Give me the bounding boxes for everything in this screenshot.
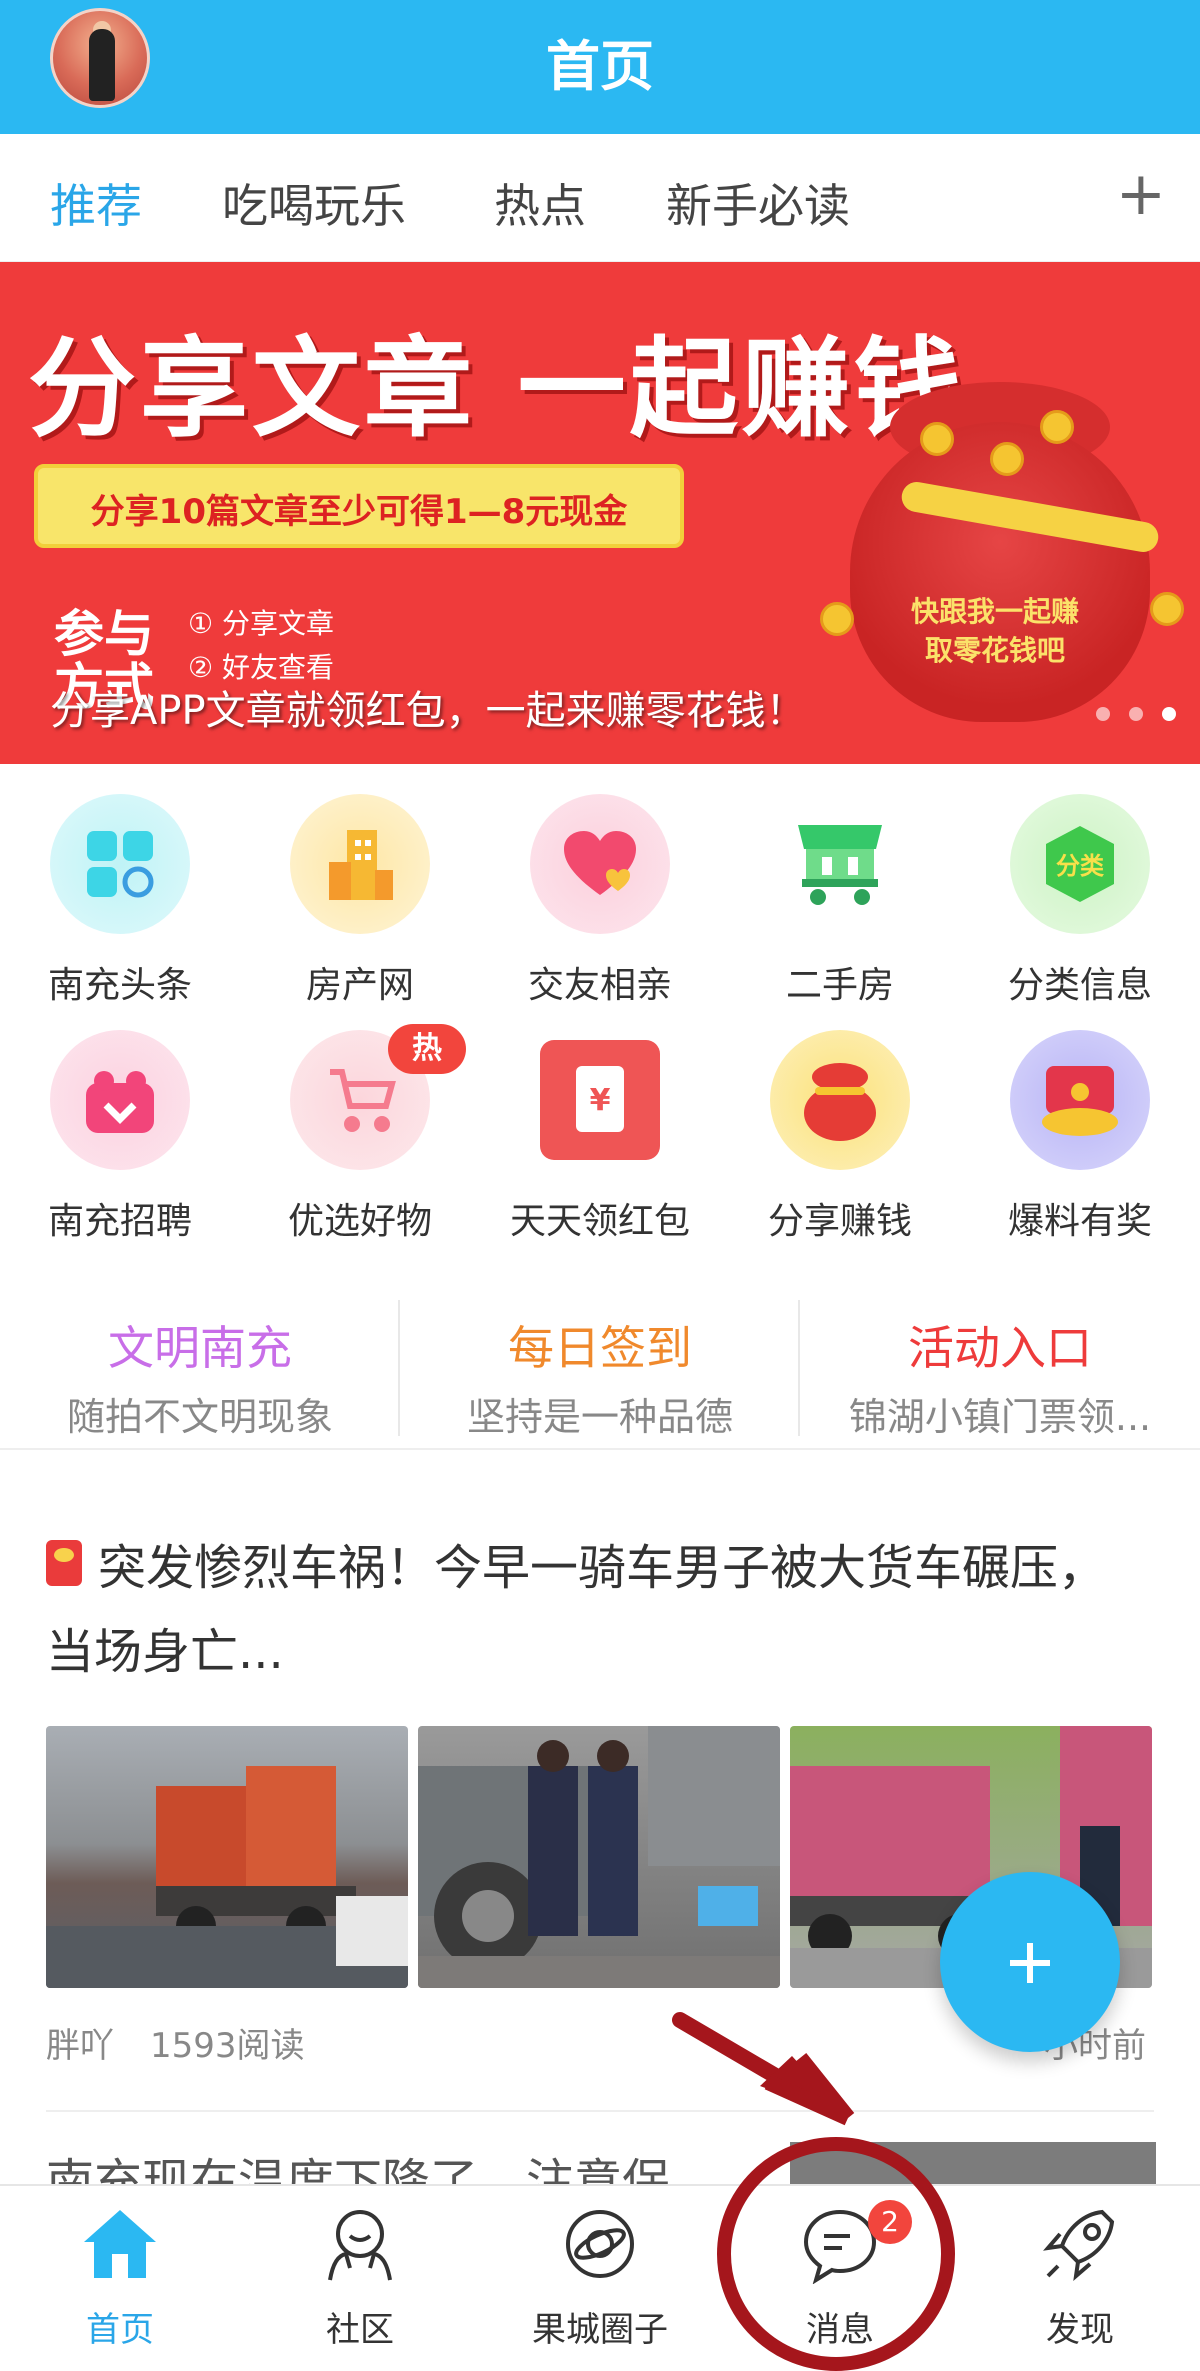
svg-text:¥: ¥ xyxy=(590,1083,611,1118)
planet-circle-icon xyxy=(566,2210,634,2278)
coin-icon xyxy=(820,602,854,636)
article-author: 胖吖 xyxy=(46,2026,114,2066)
money-bag-icon xyxy=(770,1030,910,1170)
quick-link-title: 活动入口 xyxy=(908,1321,1092,1375)
quick-link-title: 每日签到 xyxy=(508,1321,692,1375)
article-thumbnail[interactable] xyxy=(418,1726,780,1988)
market-stall-icon xyxy=(770,794,910,934)
hot-badge: 热 xyxy=(388,1024,466,1074)
grid-item-label: 南充招聘 xyxy=(47,1201,192,1242)
quick-link-title: 文明南充 xyxy=(108,1321,292,1375)
banner-scroll-text: 分享10篇文章至少可得1—8元现金 xyxy=(90,492,628,532)
tab-hot[interactable]: 热点 xyxy=(494,170,586,236)
grid-apps-icon xyxy=(50,794,190,934)
nav-label: 首页 xyxy=(86,2310,154,2350)
unread-badge: 2 xyxy=(868,2200,912,2244)
grid-item-redpacket[interactable]: ¥ 天天领红包 xyxy=(480,1000,720,1242)
feature-grid: 南充头条 房产网 交友相亲 二手房 分类 分类信息 南充招聘 热 优选好物 ¥ … xyxy=(0,764,1200,1254)
red-envelope-icon xyxy=(46,1540,82,1586)
gift-box-icon xyxy=(1010,1030,1150,1170)
recruit-icon xyxy=(50,1030,190,1170)
coin-icon xyxy=(1150,592,1184,626)
nav-label: 发现 xyxy=(1046,2310,1114,2350)
nav-home[interactable]: 首页 xyxy=(0,2186,240,2371)
article-reads: 1593阅读 xyxy=(150,2026,305,2066)
grid-item-share-earn[interactable]: 分享赚钱 xyxy=(720,1000,960,1242)
grid-item-label: 天天领红包 xyxy=(509,1201,690,1242)
compose-fab-button[interactable] xyxy=(940,1872,1120,2052)
grid-item-goods[interactable]: 热 优选好物 xyxy=(240,1000,480,1242)
banner-caption: 分享APP文章就领红包，一起来赚零花钱！ xyxy=(50,688,806,734)
top-bar: 首页 xyxy=(0,0,1200,134)
building-icon xyxy=(290,794,430,934)
coin-icon xyxy=(920,422,954,456)
quick-link-activity[interactable]: 活动入口 锦湖小镇门票领... xyxy=(800,1290,1200,1450)
banner-scroll: 分享10篇文章至少可得1—8元现金 xyxy=(34,464,684,548)
category-badge-text: 分类 xyxy=(1056,852,1105,880)
coin-icon xyxy=(990,442,1024,476)
carousel-dot[interactable] xyxy=(1095,707,1110,721)
quick-link-subtitle: 锦湖小镇门票领... xyxy=(848,1395,1152,1439)
quick-link-civilized[interactable]: 文明南充 随拍不文明现象 xyxy=(0,1290,400,1450)
community-icon xyxy=(328,2210,392,2281)
nav-label: 果城圈子 xyxy=(532,2310,668,2350)
grid-item-classifieds[interactable]: 分类 分类信息 xyxy=(960,764,1200,1006)
grid-item-label: 优选好物 xyxy=(287,1201,432,1242)
quick-link-subtitle: 随拍不文明现象 xyxy=(66,1395,333,1439)
nav-discover[interactable]: 发现 xyxy=(960,2186,1200,2371)
category-badge-icon: 分类 xyxy=(1010,794,1150,934)
app-screen: 首页 推荐 吃喝玩乐 热点 新手必读 + 分享文章 一起赚钱 分享10篇文章至少… xyxy=(0,0,1200,2371)
grid-item-label: 分享赚钱 xyxy=(767,1201,912,1242)
tab-newbie[interactable]: 新手必读 xyxy=(666,170,850,236)
coin-icon xyxy=(1040,410,1074,444)
bag-text: 快跟我一起赚取零花钱吧 xyxy=(910,595,1079,668)
grid-item-headlines[interactable]: 南充头条 xyxy=(0,764,240,1006)
nav-messages[interactable]: 2 消息 xyxy=(720,2186,960,2371)
nav-label: 消息 xyxy=(806,2310,874,2350)
home-icon xyxy=(84,2210,156,2278)
rocket-icon xyxy=(1043,2209,1115,2281)
quick-link-subtitle: 坚持是一种品德 xyxy=(466,1395,733,1439)
article-title[interactable]: 突发惨烈车祸！今早一骑车男子被大货车碾压，当场身亡... xyxy=(46,1526,1146,1694)
banner-step: ① 分享文章 xyxy=(188,607,335,640)
carousel-dot-active[interactable] xyxy=(1162,707,1176,721)
nav-community[interactable]: 社区 xyxy=(240,2186,480,2371)
article-thumbnail[interactable] xyxy=(46,1726,408,1988)
promo-banner[interactable]: 分享文章 一起赚钱 分享10篇文章至少可得1—8元现金 快跟我一起赚取零花钱吧 … xyxy=(0,262,1200,764)
divider xyxy=(46,2110,1154,2112)
bottom-nav: 首页 社区 果城圈子 2 消息 发现 xyxy=(0,2184,1200,2371)
add-tab-button[interactable]: + xyxy=(1116,164,1166,224)
category-tabs: 推荐 吃喝玩乐 热点 新手必读 + xyxy=(0,134,1200,262)
page-title: 首页 xyxy=(546,35,654,98)
grid-item-realestate[interactable]: 房产网 xyxy=(240,764,480,1006)
grid-item-tipoff[interactable]: 爆料有奖 xyxy=(960,1000,1200,1242)
quick-links: 文明南充 随拍不文明现象 每日签到 坚持是一种品德 活动入口 锦湖小镇门票领..… xyxy=(0,1290,1200,1450)
tab-recommend[interactable]: 推荐 xyxy=(50,170,142,236)
news-article[interactable]: 突发惨烈车祸！今早一骑车男子被大货车碾压，当场身亡... 胖吖 1593阅读 小… xyxy=(0,1452,1200,2210)
red-envelope-icon: ¥ xyxy=(530,1030,670,1170)
nav-label: 社区 xyxy=(326,2310,394,2350)
banner-headline: 分享文章 一起赚钱 xyxy=(28,327,966,452)
quick-link-checkin[interactable]: 每日签到 坚持是一种品德 xyxy=(400,1290,800,1450)
nav-circle[interactable]: 果城圈子 xyxy=(480,2186,720,2371)
tab-food-fun[interactable]: 吃喝玩乐 xyxy=(222,170,406,236)
grid-item-label: 爆料有奖 xyxy=(1007,1201,1152,1242)
carousel-dot[interactable] xyxy=(1128,707,1143,721)
carousel-indicator xyxy=(1082,706,1176,725)
heart-icon xyxy=(530,794,670,934)
grid-item-recruit[interactable]: 南充招聘 xyxy=(0,1000,240,1242)
grid-item-dating[interactable]: 交友相亲 xyxy=(480,764,720,1006)
grid-item-secondhand[interactable]: 二手房 xyxy=(720,764,960,1006)
